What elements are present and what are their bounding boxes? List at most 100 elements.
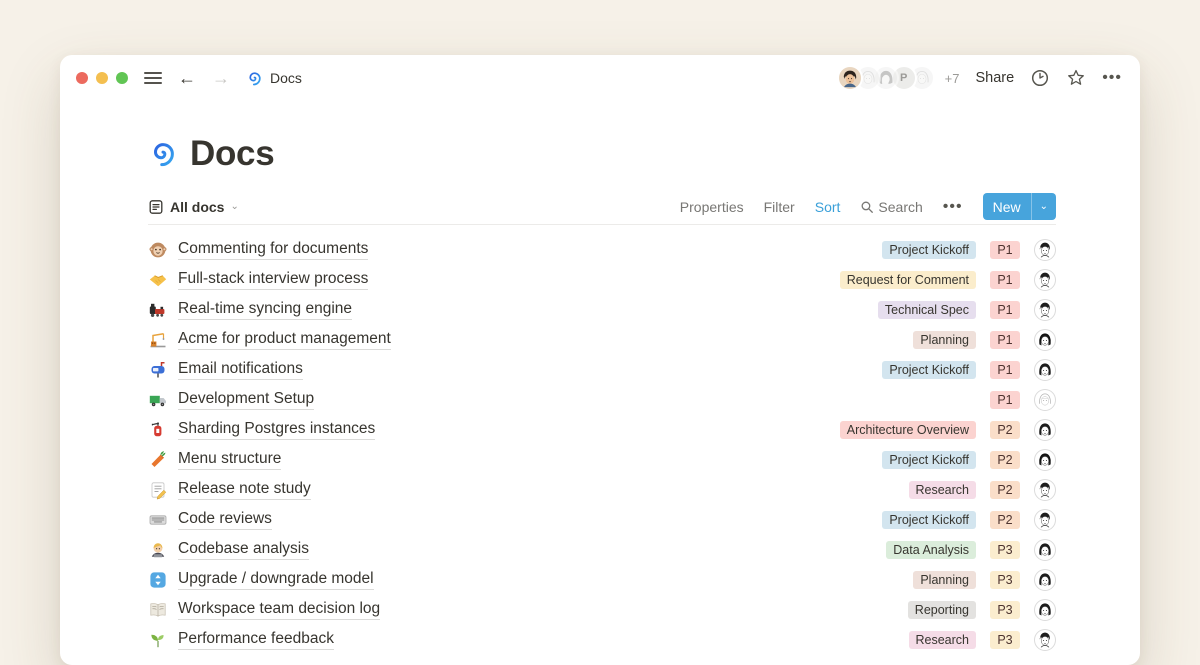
cyclone-spiral-icon [246,70,263,87]
view-selector[interactable]: All docs ⌄ [148,199,239,215]
assignee-avatar [1034,509,1056,531]
doc-priority-badge: P2 [990,481,1020,499]
doc-priority-badge: P1 [990,241,1020,259]
doc-row[interactable]: Full-stack interview process Request for… [148,265,1056,295]
open-book-icon [148,600,168,620]
search-icon [860,200,874,214]
new-button-label[interactable]: New [983,193,1031,220]
breadcrumb-title: Docs [270,70,302,86]
properties-button[interactable]: Properties [680,199,744,215]
doc-title-link[interactable]: Full-stack interview process [178,270,368,290]
doc-priority-badge: P3 [990,601,1020,619]
carrot-icon [148,450,168,470]
mailbox-icon [148,360,168,380]
doc-row[interactable]: Release note study Research P2 [148,475,1056,505]
doc-row[interactable]: Development Setup P1 [148,385,1056,415]
doc-title-link[interactable]: Codebase analysis [178,540,309,560]
assignee-avatar [1034,299,1056,321]
share-button[interactable]: Share [975,70,1014,86]
doc-row[interactable]: Workspace team decision log Reporting P3 [148,595,1056,625]
window-titlebar: ← → Docs P +7 Share ••• [60,55,1140,101]
new-dropdown-chevron-icon[interactable]: ⌄ [1032,193,1056,220]
doc-title-link[interactable]: Development Setup [178,390,314,410]
delivery-truck-icon [148,390,168,410]
doc-row[interactable]: Code reviews Project Kickoff P2 [148,505,1056,535]
assignee-avatar [1034,479,1056,501]
technologist-icon [148,540,168,560]
assignee-avatar [1034,419,1056,441]
doc-title-link[interactable]: Email notifications [178,360,303,380]
up-down-arrow-icon [148,570,168,590]
doc-tag: Project Kickoff [882,511,976,529]
updates-clock-icon[interactable] [1030,68,1050,88]
doc-title-link[interactable]: Upgrade / downgrade model [178,570,374,590]
close-window-button[interactable] [76,72,88,84]
doc-tag: Project Kickoff [882,451,976,469]
presence-overflow-count[interactable]: +7 [945,71,960,86]
doc-tag: Planning [913,331,976,349]
doc-priority-badge: P1 [990,361,1020,379]
handshake-icon [148,270,168,290]
assignee-avatar [1034,389,1056,411]
doc-priority-badge: P1 [990,331,1020,349]
view-more-icon[interactable]: ••• [943,198,963,216]
assignee-avatar [1034,629,1056,651]
doc-title-link[interactable]: Commenting for documents [178,240,368,260]
new-button[interactable]: New ⌄ [983,193,1056,220]
view-selector-label: All docs [170,199,224,215]
doc-title-link[interactable]: Acme for product management [178,330,391,350]
favorite-star-icon[interactable] [1066,68,1086,88]
doc-row[interactable]: Commenting for documents Project Kickoff… [148,235,1056,265]
doc-priority-badge: P2 [990,511,1020,529]
doc-priority-badge: P2 [990,421,1020,439]
doc-priority-badge: P3 [990,631,1020,649]
doc-title-link[interactable]: Menu structure [178,450,281,470]
presence-avatar[interactable] [837,65,863,91]
doc-tag: Research [909,481,977,499]
sort-button[interactable]: Sort [815,199,841,215]
back-button[interactable]: ← [178,69,196,87]
doc-tag: Architecture Overview [840,421,976,439]
doc-title-link[interactable]: Sharding Postgres instances [178,420,375,440]
presence-avatar-stack[interactable]: P [837,65,935,91]
doc-tag: Data Analysis [886,541,976,559]
traffic-lights [76,72,128,84]
doc-row[interactable]: Upgrade / downgrade model Planning P3 [148,565,1056,595]
more-options-icon[interactable]: ••• [1102,69,1122,87]
assignee-avatar [1034,539,1056,561]
doc-tag: Planning [913,571,976,589]
doc-row[interactable]: Sharding Postgres instances Architecture… [148,415,1056,445]
doc-tag: Research [909,631,977,649]
doc-title-link[interactable]: Workspace team decision log [178,600,380,620]
doc-tag: Project Kickoff [882,361,976,379]
search-button[interactable]: Search [860,199,922,215]
doc-row[interactable]: Real-time syncing engine Technical Spec … [148,295,1056,325]
doc-row[interactable]: Acme for product management Planning P1 [148,325,1056,355]
sidebar-toggle-icon[interactable] [144,72,162,84]
doc-title-link[interactable]: Performance feedback [178,630,334,650]
doc-priority-badge: P1 [990,301,1020,319]
doc-title-link[interactable]: Code reviews [178,510,272,530]
assignee-avatar [1034,599,1056,621]
doc-priority-badge: P3 [990,541,1020,559]
doc-row[interactable]: Email notifications Project Kickoff P1 [148,355,1056,385]
doc-tag: Project Kickoff [882,241,976,259]
doc-priority-badge: P3 [990,571,1020,589]
minimize-window-button[interactable] [96,72,108,84]
seedling-icon [148,630,168,650]
filter-button[interactable]: Filter [764,199,795,215]
doc-tag: Technical Spec [878,301,976,319]
app-window: ← → Docs P +7 Share ••• Docs All docs ⌄ [60,55,1140,665]
zoom-window-button[interactable] [116,72,128,84]
assignee-avatar [1034,239,1056,261]
doc-row[interactable]: Menu structure Project Kickoff P2 [148,445,1056,475]
building-construction-icon [148,330,168,350]
doc-title-link[interactable]: Release note study [178,480,311,500]
doc-row[interactable]: Codebase analysis Data Analysis P3 [148,535,1056,565]
doc-title-link[interactable]: Real-time syncing engine [178,300,352,320]
forward-button[interactable]: → [212,69,230,87]
monkey-face-icon [148,240,168,260]
assignee-avatar [1034,269,1056,291]
docs-list: Commenting for documents Project Kickoff… [148,235,1056,655]
breadcrumb[interactable]: Docs [246,70,302,87]
